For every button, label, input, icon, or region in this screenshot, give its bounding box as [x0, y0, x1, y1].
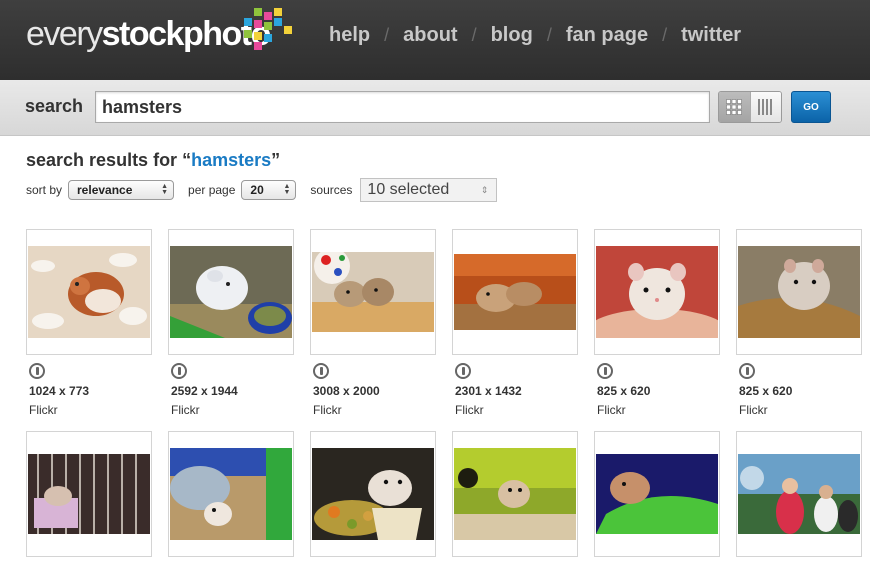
thumbnail-link[interactable]: [26, 431, 152, 557]
nav-fan-page[interactable]: fan page: [566, 24, 648, 47]
image-dimensions: 825 x 620: [739, 384, 793, 398]
sources-label: sources: [310, 183, 353, 197]
search-label: search: [25, 96, 84, 116]
column-view-button[interactable]: [749, 92, 781, 122]
hamster-photo-3: [312, 252, 434, 332]
hamster-photo-9: [312, 448, 434, 540]
license-icon[interactable]: [597, 363, 613, 379]
nav-separator: /: [471, 25, 477, 45]
image-dimensions: 2592 x 1944: [171, 384, 238, 398]
grid-view-button[interactable]: [719, 92, 750, 122]
nav-separator: /: [662, 25, 668, 45]
result-card: [26, 431, 152, 557]
image-source[interactable]: Flickr: [455, 403, 578, 417]
logo-squares-icon: [244, 8, 296, 52]
results-suffix: ”: [271, 150, 281, 170]
nav-about[interactable]: about: [403, 24, 457, 47]
hamster-photo-8: [170, 448, 292, 540]
hamster-photo-2: [170, 246, 292, 338]
image-source[interactable]: Flickr: [597, 403, 720, 417]
top-header: everystockphoto help / about / blog / fa…: [0, 0, 870, 80]
thumbnail-link[interactable]: [26, 229, 152, 355]
image-source[interactable]: Flickr: [739, 403, 862, 417]
go-button[interactable]: GO: [791, 91, 831, 123]
sources-value: 10 selected: [367, 181, 450, 198]
sort-label: sort by: [26, 183, 63, 197]
grid-icon: [726, 99, 743, 115]
image-source[interactable]: Flickr: [313, 403, 436, 417]
nav-twitter[interactable]: twitter: [681, 24, 741, 47]
site-logo[interactable]: everystockphoto: [26, 14, 271, 54]
result-card: 825 x 620 Flickr: [736, 229, 862, 417]
hamster-photo-6: [738, 246, 860, 338]
image-dimensions: 1024 x 773: [29, 384, 90, 398]
thumbnail-link[interactable]: [168, 229, 294, 355]
license-icon[interactable]: [171, 363, 187, 379]
thumbnail-link[interactable]: [594, 431, 720, 557]
select-arrows-icon: ▲ ▼: [283, 183, 291, 196]
perpage-value: 20: [250, 183, 264, 197]
filter-controls: sort by relevance ▲ ▼ per page 20 ▲ ▼ sour…: [26, 178, 498, 202]
result-card: [310, 431, 436, 557]
thumbnail-link[interactable]: [594, 229, 720, 355]
hamster-photo-4: [454, 254, 576, 330]
sort-value: relevance: [77, 183, 133, 197]
hamster-photo-1: [28, 246, 150, 338]
thumbnail-link[interactable]: [168, 431, 294, 557]
result-card: [168, 431, 294, 557]
result-card: 825 x 620 Flickr: [594, 229, 720, 417]
license-icon[interactable]: [455, 363, 471, 379]
sources-select[interactable]: 10 selected ⇕: [360, 178, 498, 202]
result-card: 1024 x 773 Flickr: [26, 229, 152, 417]
result-card: 2301 x 1432 Flickr: [452, 229, 578, 417]
image-source[interactable]: Flickr: [171, 403, 294, 417]
columns-icon: [757, 99, 772, 115]
perpage-label: per page: [188, 183, 236, 197]
main-nav: help / about / blog / fan page / twitter: [329, 24, 741, 47]
search-bar: search GO: [0, 80, 870, 136]
results-query[interactable]: hamsters: [191, 150, 271, 170]
thumbnail-link[interactable]: [452, 431, 578, 557]
result-card: 3008 x 2000 Flickr: [310, 229, 436, 417]
nav-separator: /: [384, 25, 390, 45]
hamster-photo-12: [738, 454, 860, 534]
results-prefix: search results for “: [26, 150, 192, 170]
image-dimensions: 825 x 620: [597, 384, 651, 398]
hamster-photo-5: [596, 246, 718, 338]
thumbnail-link[interactable]: [310, 229, 436, 355]
image-source[interactable]: Flickr: [29, 403, 152, 417]
result-card: [736, 431, 862, 557]
sort-select[interactable]: relevance ▲ ▼: [68, 180, 175, 200]
nav-help[interactable]: help: [329, 24, 370, 47]
license-icon[interactable]: [29, 363, 45, 379]
hamster-photo-10: [454, 448, 576, 540]
hamster-photo-7: [28, 454, 150, 534]
hamster-photo-11: [596, 454, 718, 534]
license-icon[interactable]: [739, 363, 755, 379]
select-arrows-icon: ⇕: [480, 184, 489, 195]
logo-text-every: every: [26, 15, 103, 53]
perpage-select[interactable]: 20 ▲ ▼: [241, 180, 297, 200]
result-card: 2592 x 1944 Flickr: [168, 229, 294, 417]
view-toggle: [718, 91, 782, 123]
thumbnail-link[interactable]: [736, 431, 862, 557]
nav-blog[interactable]: blog: [491, 24, 533, 47]
image-dimensions: 2301 x 1432: [455, 384, 522, 398]
thumbnail-link[interactable]: [452, 229, 578, 355]
thumbnail-link[interactable]: [736, 229, 862, 355]
search-input[interactable]: [95, 91, 710, 123]
license-icon[interactable]: [313, 363, 329, 379]
result-card: [594, 431, 720, 557]
image-dimensions: 3008 x 2000: [313, 384, 380, 398]
results-title: search results for “hamsters”: [26, 150, 280, 171]
result-card: [452, 431, 578, 557]
select-arrows-icon: ▲ ▼: [161, 183, 169, 196]
nav-separator: /: [546, 25, 552, 45]
thumbnail-link[interactable]: [310, 431, 436, 557]
